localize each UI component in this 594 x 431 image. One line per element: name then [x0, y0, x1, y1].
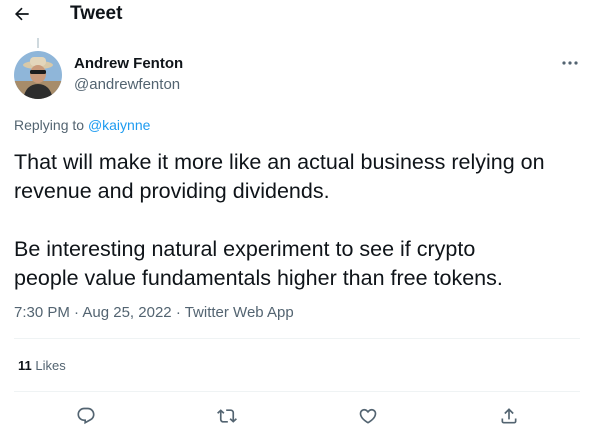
reply-icon — [77, 407, 95, 425]
tweet-actions-bar — [0, 403, 594, 429]
tweet-time: 7:30 PM — [14, 304, 70, 321]
tweet-time-link[interactable]: 7:30 PM · Aug 25, 2022 — [14, 304, 172, 321]
meta-separator: · — [74, 304, 80, 321]
tweet-text-line: people value fundamentals higher than fr… — [14, 266, 503, 290]
top-bar: Tweet — [0, 0, 594, 28]
meta-separator: · — [175, 304, 181, 321]
back-button[interactable] — [11, 3, 33, 25]
share-icon — [501, 408, 517, 424]
replying-to-label: Replying to — [14, 117, 85, 133]
retweet-icon — [217, 409, 237, 423]
more-dots-icon — [562, 61, 578, 65]
divider — [14, 391, 580, 392]
likes-count: 11 — [18, 358, 32, 373]
page-title: Tweet — [70, 3, 123, 24]
share-button[interactable] — [496, 403, 522, 429]
arrow-left-icon — [14, 7, 29, 21]
reply-button[interactable] — [73, 403, 99, 429]
retweet-button[interactable] — [214, 403, 240, 429]
replying-to-handle-link[interactable]: @kaiynne — [88, 117, 150, 133]
likes-label: Likes — [35, 358, 66, 373]
tweet-metadata: 7:30 PM · Aug 25, 2022 · Twitter Web App — [14, 304, 294, 322]
thread-connector — [37, 38, 39, 48]
tweet-text-line: That will make it more like an actual bu… — [14, 150, 545, 174]
tweet-text: That will make it more like an actual bu… — [14, 148, 588, 293]
more-options-button[interactable] — [558, 55, 582, 71]
likes-count-link[interactable]: 11 Likes — [18, 358, 66, 374]
replying-to: Replying to @kaiynne — [14, 117, 150, 134]
tweet-text-line: Be interesting natural experiment to see… — [14, 237, 476, 261]
author-name[interactable]: Andrew Fenton — [74, 55, 183, 73]
tweet-source-link[interactable]: Twitter Web App — [185, 304, 294, 321]
divider — [14, 338, 580, 339]
like-icon — [359, 408, 377, 424]
tweet-date: Aug 25, 2022 — [82, 304, 172, 321]
avatar[interactable] — [14, 51, 62, 99]
tweet-text-line: revenue and providing dividends. — [14, 179, 330, 203]
like-button[interactable] — [355, 403, 381, 429]
author-handle[interactable]: @andrewfenton — [74, 76, 180, 94]
